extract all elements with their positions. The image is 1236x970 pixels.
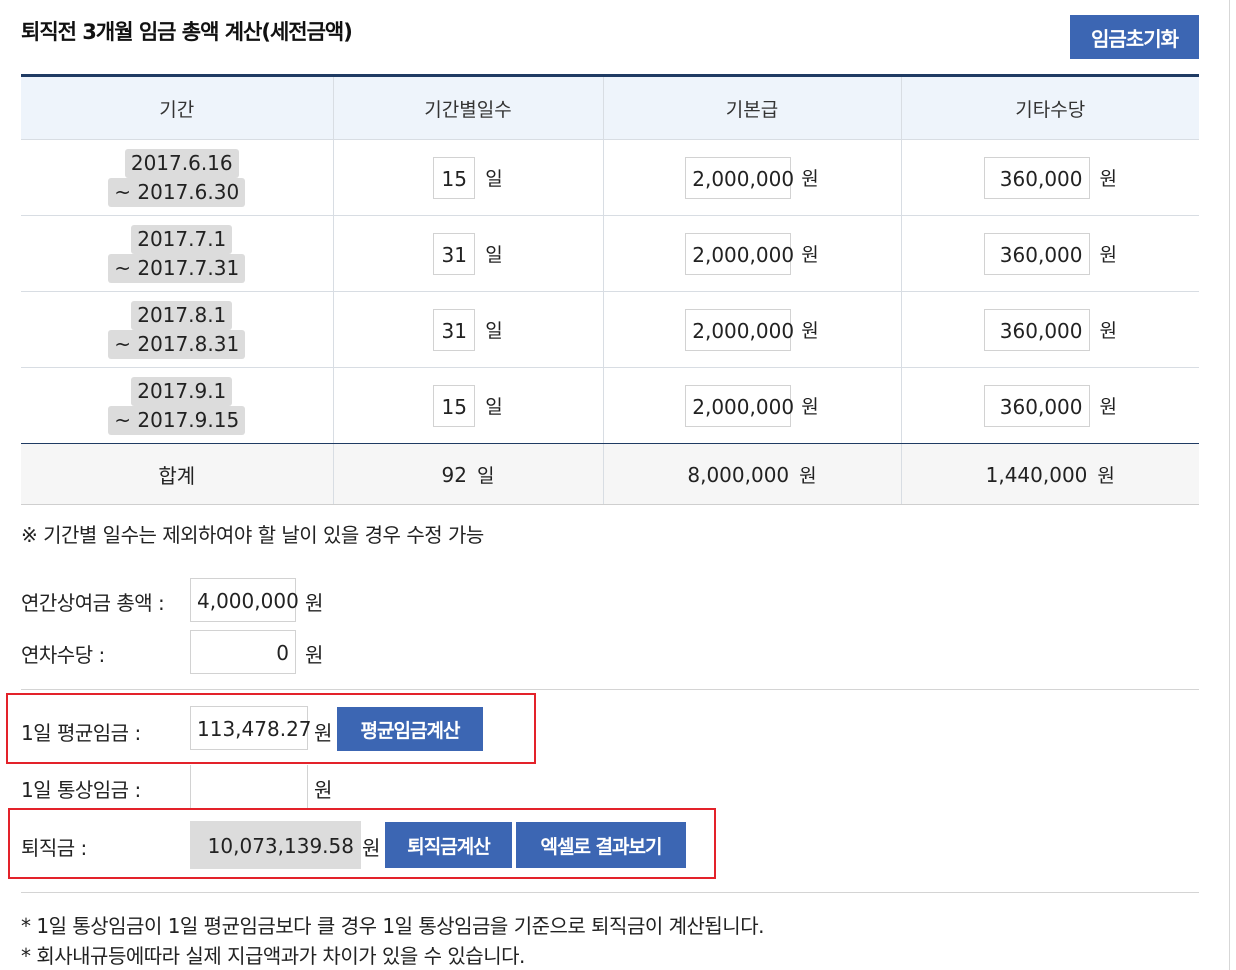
days-edit-note: ※ 기간별 일수는 제외하여야 할 날이 있을 경우 수정 가능 <box>21 523 484 547</box>
annual-bonus-unit: 원 <box>305 591 324 615</box>
allowance-cell: 360,000 원 <box>900 367 1199 444</box>
period-start: 2017.9.1 <box>131 376 233 406</box>
allowance-unit: 원 <box>1099 244 1117 266</box>
base-wage-input[interactable]: 2,000,000 <box>685 156 794 199</box>
days-cell: 15 일 <box>332 367 603 444</box>
total-base-unit: 원 <box>799 464 817 487</box>
allowance-unit: 원 <box>1099 396 1117 418</box>
days-input[interactable]: 31 <box>433 232 476 275</box>
base-wage-cell: 2,000,000 원 <box>602 367 901 444</box>
total-days-cell: 92 일 <box>332 443 603 505</box>
annual-bonus-label: 연간상여금 총액 : <box>21 591 165 615</box>
days-input[interactable]: 31 <box>433 308 476 351</box>
period-cell: 2017.8.1 ~ 2017.8.31 <box>21 291 333 368</box>
table-row: 2017.9.1 ~ 2017.9.15 15 일 2,000,000 원 360,… <box>21 367 1199 444</box>
severance-calc-button[interactable]: 퇴직금계산 <box>385 822 512 868</box>
allowance-unit: 원 <box>1099 168 1117 190</box>
annual-leave-label: 연차수당 : <box>21 643 105 667</box>
period-cell: 2017.7.1 ~ 2017.7.31 <box>21 215 333 292</box>
period-start: 2017.6.16 <box>124 148 239 178</box>
days-input[interactable]: 15 <box>433 384 476 427</box>
footnote-ordinary-wage: * 1일 통상임금이 1일 평균임금보다 클 경우 1일 통상임금을 기준으로 … <box>21 914 764 938</box>
base-wage-unit: 원 <box>801 320 819 342</box>
base-wage-unit: 원 <box>801 396 819 418</box>
daily-ordinary-wage-input[interactable] <box>190 765 308 809</box>
period-end: ~ 2017.6.30 <box>108 177 246 207</box>
total-days-unit: 일 <box>476 464 495 487</box>
period-start: 2017.8.1 <box>131 300 233 330</box>
base-wage-cell: 2,000,000 원 <box>602 215 901 292</box>
days-unit: 일 <box>485 396 503 418</box>
daily-average-wage-label: 1일 평균임금 : <box>21 721 141 745</box>
period-cell: 2017.6.16 ~ 2017.6.30 <box>21 139 333 216</box>
days-unit: 일 <box>485 244 503 266</box>
days-input[interactable]: 15 <box>433 156 476 199</box>
severance-unit: 원 <box>362 836 381 860</box>
base-wage-cell: 2,000,000 원 <box>602 139 901 216</box>
base-wage-unit: 원 <box>801 244 819 266</box>
allowance-cell: 360,000 원 <box>900 215 1199 292</box>
divider <box>21 892 1199 893</box>
days-unit: 일 <box>485 320 503 342</box>
period-start: 2017.7.1 <box>131 224 233 254</box>
total-label: 합계 <box>21 443 333 505</box>
severance-label: 퇴직금 : <box>21 836 87 860</box>
average-wage-calc-button[interactable]: 평균임금계산 <box>337 707 483 751</box>
page-title: 퇴직전 3개월 임금 총액 계산(세전금액) <box>21 20 353 44</box>
period-cell: 2017.9.1 ~ 2017.9.15 <box>21 367 333 444</box>
table-header-row: 기간 기간별일수 기본급 기타수당 <box>21 75 1199 140</box>
base-wage-input[interactable]: 2,000,000 <box>685 384 794 427</box>
base-wage-input[interactable]: 2,000,000 <box>685 308 794 351</box>
daily-average-wage-unit: 원 <box>314 721 333 745</box>
total-allowance-unit: 원 <box>1097 464 1115 487</box>
table-row: 2017.6.16 ~ 2017.6.30 15 일 2,000,000 원 360… <box>21 139 1199 216</box>
header-period: 기간 <box>21 75 333 140</box>
period-end: ~ 2017.8.31 <box>108 329 246 359</box>
days-cell: 31 일 <box>332 291 603 368</box>
annual-leave-input[interactable]: 0 <box>190 630 296 674</box>
total-row: 합계 92 일 8,000,000 원 1,440,000 원 <box>21 443 1199 505</box>
table-row: 2017.8.1 ~ 2017.8.31 31 일 2,000,000 원 360,… <box>21 291 1199 368</box>
allowance-input[interactable]: 360,000 <box>983 156 1090 199</box>
days-cell: 15 일 <box>332 139 603 216</box>
total-days: 92 <box>441 462 467 487</box>
header-other-allowance: 기타수당 <box>900 75 1199 140</box>
daily-ordinary-wage-unit: 원 <box>314 778 333 802</box>
period-end: ~ 2017.7.31 <box>108 253 246 283</box>
allowance-cell: 360,000 원 <box>900 139 1199 216</box>
header-days: 기간별일수 <box>332 75 603 140</box>
days-cell: 31 일 <box>332 215 603 292</box>
annual-leave-unit: 원 <box>305 643 324 667</box>
allowance-input[interactable]: 360,000 <box>983 384 1090 427</box>
wage-table: 기간 기간별일수 기본급 기타수당 2017.6.16 ~ 2017.6.30 … <box>21 74 1199 505</box>
divider <box>21 689 1199 690</box>
base-wage-cell: 2,000,000 원 <box>602 291 901 368</box>
allowance-unit: 원 <box>1099 320 1117 342</box>
days-unit: 일 <box>485 168 503 190</box>
annual-bonus-input[interactable]: 4,000,000 <box>190 578 299 622</box>
header-base-wage: 기본급 <box>602 75 901 140</box>
total-base-cell: 8,000,000 원 <box>602 443 901 505</box>
allowance-input[interactable]: 360,000 <box>983 232 1090 275</box>
period-end: ~ 2017.9.15 <box>108 405 246 435</box>
base-wage-unit: 원 <box>801 168 819 190</box>
reset-wage-button[interactable]: 임금초기화 <box>1070 15 1199 59</box>
total-base-wage: 8,000,000 <box>687 462 790 487</box>
allowance-cell: 360,000 원 <box>900 291 1199 368</box>
table-row: 2017.7.1 ~ 2017.7.31 31 일 2,000,000 원 360,… <box>21 215 1199 292</box>
allowance-input[interactable]: 360,000 <box>983 308 1090 351</box>
total-allowance: 1,440,000 <box>985 462 1088 487</box>
excel-export-button[interactable]: 엑셀로 결과보기 <box>516 822 686 868</box>
severance-result-field: 10,073,139.58 <box>190 821 361 869</box>
right-border-line <box>1229 0 1230 970</box>
footnote-company-rules: * 회사내규등에따라 실제 지급액과가 차이가 있을 수 있습니다. <box>21 944 525 968</box>
base-wage-input[interactable]: 2,000,000 <box>685 232 794 275</box>
daily-ordinary-wage-label: 1일 통상임금 : <box>21 778 141 802</box>
total-allowance-cell: 1,440,000 원 <box>900 443 1199 505</box>
daily-average-wage-input[interactable]: 113,478.27 <box>190 706 312 750</box>
